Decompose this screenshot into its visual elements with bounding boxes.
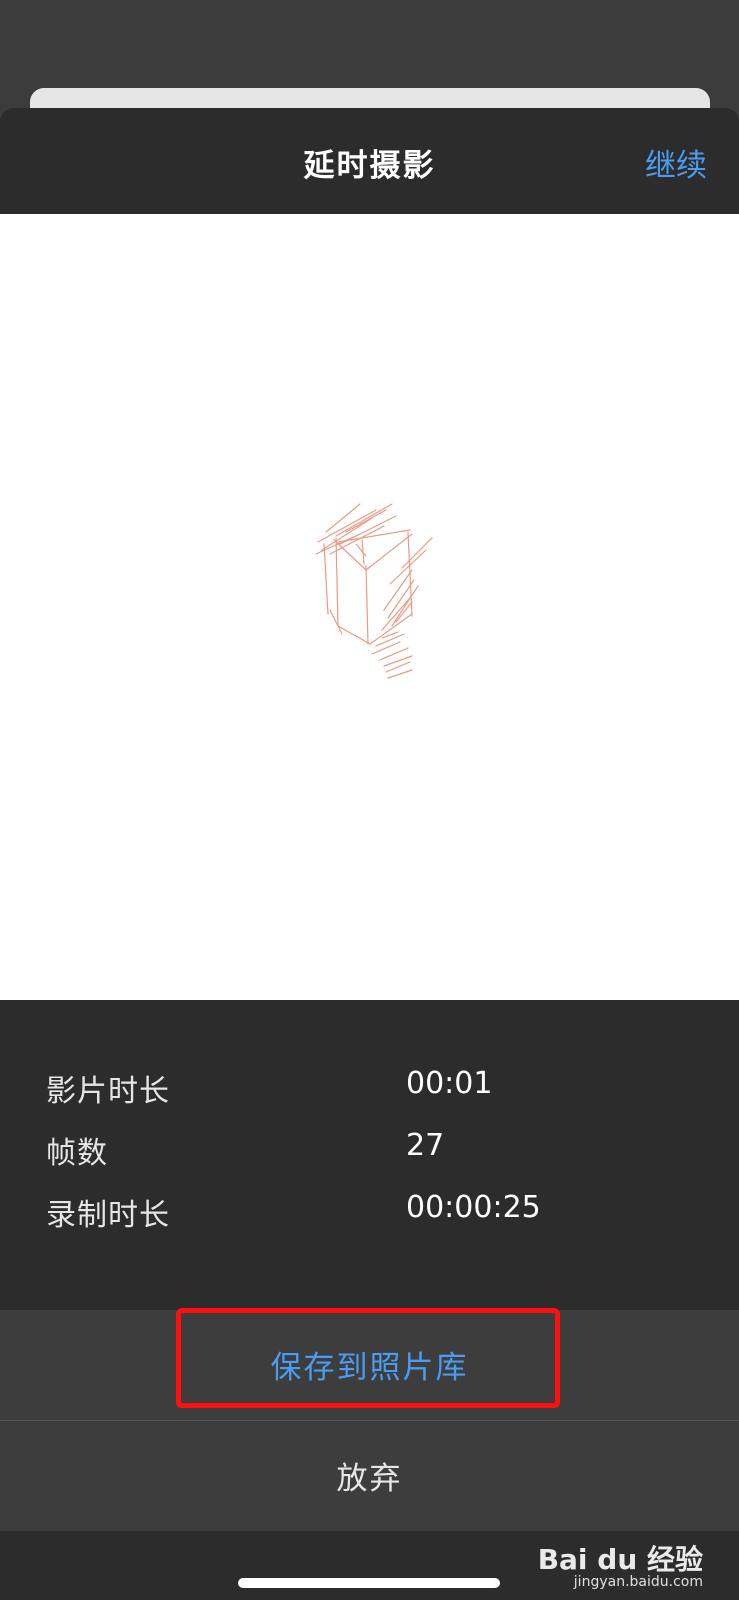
info-row-recording-duration: 录制时长 00:00:25 [0, 1190, 739, 1240]
timelapse-preview[interactable] [0, 214, 739, 1000]
timelapse-sheet: 延时摄影 继续 影片时长 00:01 帧数 27 录制时长 00:00:25 保… [0, 108, 739, 1600]
home-indicator[interactable] [238, 1578, 500, 1588]
save-to-photos-button[interactable]: 保存到照片库 [0, 1310, 739, 1421]
page-title: 延时摄影 [303, 148, 436, 184]
continue-button[interactable]: 继续 [645, 140, 707, 185]
info-label: 影片时长 [46, 1074, 170, 1109]
sketch-drawing [315, 503, 433, 679]
info-label: 帧数 [46, 1136, 108, 1171]
info-row-frame-count: 帧数 27 [0, 1128, 739, 1178]
baidu-watermark-url: jingyan.baidu.com [573, 1574, 703, 1590]
sheet-header: 延时摄影 继续 [0, 108, 739, 214]
info-row-movie-duration: 影片时长 00:01 [0, 1066, 739, 1116]
info-label: 录制时长 [46, 1198, 170, 1233]
save-to-photos-label: 保存到照片库 [270, 1350, 469, 1386]
info-value: 27 [406, 1128, 445, 1163]
discard-label: 放弃 [336, 1461, 403, 1497]
info-value: 00:01 [406, 1066, 493, 1101]
recording-info: 影片时长 00:01 帧数 27 录制时长 00:00:25 [0, 1000, 739, 1300]
info-value: 00:00:25 [406, 1190, 541, 1225]
baidu-watermark-logo: Bai du 经验 [537, 1543, 703, 1576]
discard-button[interactable]: 放弃 [0, 1421, 739, 1531]
